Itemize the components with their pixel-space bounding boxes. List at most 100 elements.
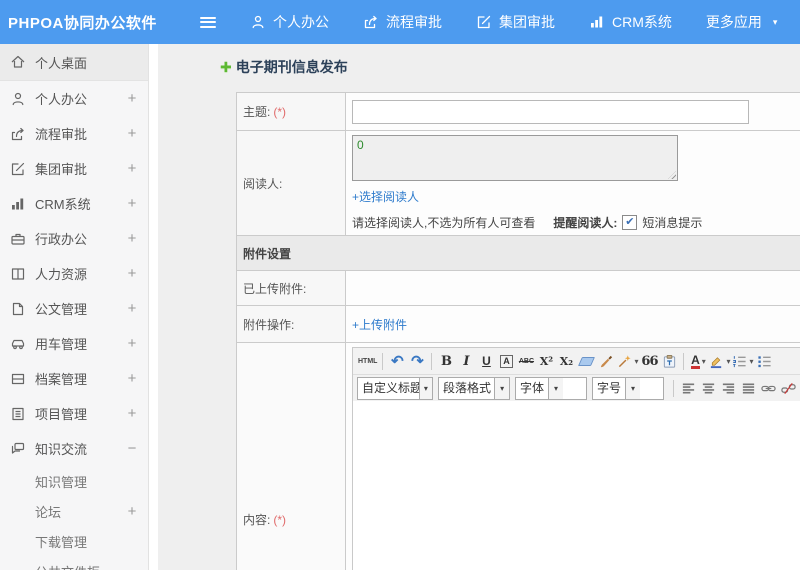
sidebar-subitem-forum[interactable]: 论坛 +	[0, 496, 148, 526]
sidebar-item-admin-office[interactable]: 行政办公 +	[0, 221, 148, 256]
quick-format-button[interactable]: ▾	[616, 350, 639, 372]
sidebar-subitem-download-mgmt[interactable]: 下载管理	[0, 526, 148, 556]
toolbar-separator	[431, 352, 433, 370]
subject-label: 主题:	[243, 105, 271, 119]
expand-icon[interactable]: +	[126, 265, 138, 282]
sidebar-item-archive-mgmt[interactable]: 档案管理 +	[0, 361, 148, 396]
nav-crm-system[interactable]: CRM系统	[589, 12, 672, 32]
undo-button[interactable]: ↶	[387, 350, 407, 372]
superscript-button[interactable]: X²	[536, 350, 556, 372]
font-family-dropdown[interactable]: 字体 ▾	[515, 376, 587, 400]
remove-format-button[interactable]	[576, 350, 596, 372]
expand-icon[interactable]: +	[126, 370, 138, 387]
sidebar-item-project-mgmt[interactable]: 项目管理 +	[0, 396, 148, 431]
redo-button[interactable]: ↷	[407, 350, 427, 372]
upload-attachment-link[interactable]: +上传附件	[352, 318, 407, 332]
font-color-button[interactable]: A ▾	[688, 350, 708, 372]
subject-label-cell: 主题: (*)	[236, 92, 346, 131]
remove-link-button[interactable]	[778, 377, 798, 399]
sms-hint-label: 短消息提示	[642, 216, 703, 230]
subject-row: 主题: (*)	[236, 92, 800, 131]
sms-checkbox[interactable]: ✔	[622, 215, 638, 230]
doc-icon	[10, 301, 26, 317]
expand-icon[interactable]: +	[126, 195, 138, 212]
nav-personal-office[interactable]: 个人办公	[250, 12, 329, 32]
sidebar-item-personal-office[interactable]: 个人办公 +	[0, 81, 148, 116]
align-right-button[interactable]	[718, 377, 738, 399]
strikethrough-button[interactable]: ABC	[516, 350, 536, 372]
attachment-section-title: 附件设置	[236, 235, 800, 271]
sidebar-subitem-label: 下载管理	[35, 534, 88, 550]
sidebar-item-document-mgmt[interactable]: 公文管理 +	[0, 291, 148, 326]
home-icon	[10, 54, 26, 70]
content-label-cell: 内容: (*)	[236, 342, 346, 570]
font-size-dropdown[interactable]: 字号 ▾	[592, 376, 664, 400]
content-row: 内容: (*) HTML ↶ ↷ B I U A ABC X² X₂ ▾ 66 …	[236, 342, 800, 570]
add-icon: ✚	[220, 59, 232, 75]
page-title-bar: ✚ 电子期刊信息发布	[220, 57, 800, 77]
expand-icon[interactable]: +	[126, 405, 138, 422]
sidebar-subitem-public-file-cabinet[interactable]: 公共文件柜	[0, 556, 148, 570]
source-code-button[interactable]: HTML	[357, 350, 378, 372]
nav-workflow-approval[interactable]: 流程审批	[363, 12, 442, 32]
attachment-section-row: 附件设置	[236, 235, 800, 271]
brush-icon	[600, 355, 613, 367]
sidebar-subitem-knowledge-mgmt[interactable]: 知识管理	[0, 466, 148, 496]
sidebar-item-personal-desktop[interactable]: 个人桌面	[0, 44, 148, 81]
clipboard-icon	[663, 354, 676, 368]
editor-toolbar-row1: HTML ↶ ↷ B I U A ABC X² X₂ ▾ 66 A ▾ ▾ ▾	[353, 348, 800, 375]
caret-down-icon: ▾	[625, 377, 641, 399]
unordered-list-button[interactable]	[755, 350, 775, 372]
insert-link-button[interactable]	[758, 377, 778, 399]
expand-icon[interactable]: +	[126, 503, 138, 520]
ordered-list-button[interactable]: ▾	[731, 350, 754, 372]
nav-group-approval[interactable]: 集团审批	[476, 12, 555, 32]
sidebar-item-workflow-approval[interactable]: 流程审批 +	[0, 116, 148, 151]
align-center-icon	[702, 382, 714, 394]
paragraph-format-dropdown[interactable]: 段落格式 ▾	[438, 376, 510, 400]
italic-button[interactable]: I	[456, 350, 476, 372]
expand-icon[interactable]: +	[126, 125, 138, 142]
nav-label: 流程审批	[386, 14, 442, 30]
custom-heading-dropdown[interactable]: 自定义标题 ▾	[357, 376, 433, 400]
nav-more-apps[interactable]: 更多应用 ▾	[706, 12, 778, 32]
collapse-icon[interactable]: −	[126, 440, 138, 457]
toolbar-separator	[673, 379, 674, 397]
expand-icon[interactable]: +	[126, 335, 138, 352]
readers-textarea[interactable]: 0	[352, 135, 678, 181]
caret-down-icon: ▾	[726, 356, 731, 366]
align-center-button[interactable]	[698, 377, 718, 399]
editor-content-area[interactable]	[353, 401, 800, 570]
expand-icon[interactable]: +	[126, 90, 138, 107]
subject-input[interactable]	[352, 99, 749, 124]
char-border-button[interactable]: A	[496, 350, 516, 372]
menu-toggle-icon[interactable]	[200, 16, 216, 28]
readers-field-cell: 0 +选择阅读人 请选择阅读人,不选为所有人可查看 提醒阅读人: ✔ 短消息提示	[345, 130, 800, 236]
editor-toolbar-row2: 自定义标题 ▾ 段落格式 ▾ 字体 ▾ 字号 ▾	[353, 375, 800, 401]
select-readers-link[interactable]: +选择阅读人	[352, 190, 419, 204]
format-painter-button[interactable]	[596, 350, 616, 372]
redo-icon: ↷	[411, 352, 424, 370]
top-nav: 个人办公 流程审批 集团审批 CRM系统 更多应用 ▾	[250, 12, 777, 32]
content-label: 内容:	[243, 513, 271, 527]
caret-down-icon: ▾	[701, 356, 706, 366]
align-left-icon	[682, 382, 694, 394]
sidebar: 个人桌面 个人办公 + 流程审批 + 集团审批 + CRM系统 + 行政办公 +	[0, 44, 149, 570]
underline-button[interactable]: U	[476, 350, 496, 372]
sidebar-item-knowledge-exchange[interactable]: 知识交流 −	[0, 431, 148, 466]
align-left-button[interactable]	[678, 377, 698, 399]
justify-button[interactable]	[738, 377, 758, 399]
sidebar-item-human-resources[interactable]: 人力资源 +	[0, 256, 148, 291]
sidebar-item-vehicle-mgmt[interactable]: 用车管理 +	[0, 326, 148, 361]
expand-icon[interactable]: +	[126, 300, 138, 317]
uploaded-list-cell	[345, 270, 800, 306]
paste-plain-button[interactable]	[659, 350, 679, 372]
sidebar-item-crm-system[interactable]: CRM系统 +	[0, 186, 148, 221]
bold-button[interactable]: B	[436, 350, 456, 372]
highlight-color-button[interactable]: ▾	[708, 350, 731, 372]
blockquote-button[interactable]: 66	[639, 350, 659, 372]
subscript-button[interactable]: X₂	[556, 350, 576, 372]
expand-icon[interactable]: +	[126, 160, 138, 177]
expand-icon[interactable]: +	[126, 230, 138, 247]
sidebar-item-group-approval[interactable]: 集团审批 +	[0, 151, 148, 186]
